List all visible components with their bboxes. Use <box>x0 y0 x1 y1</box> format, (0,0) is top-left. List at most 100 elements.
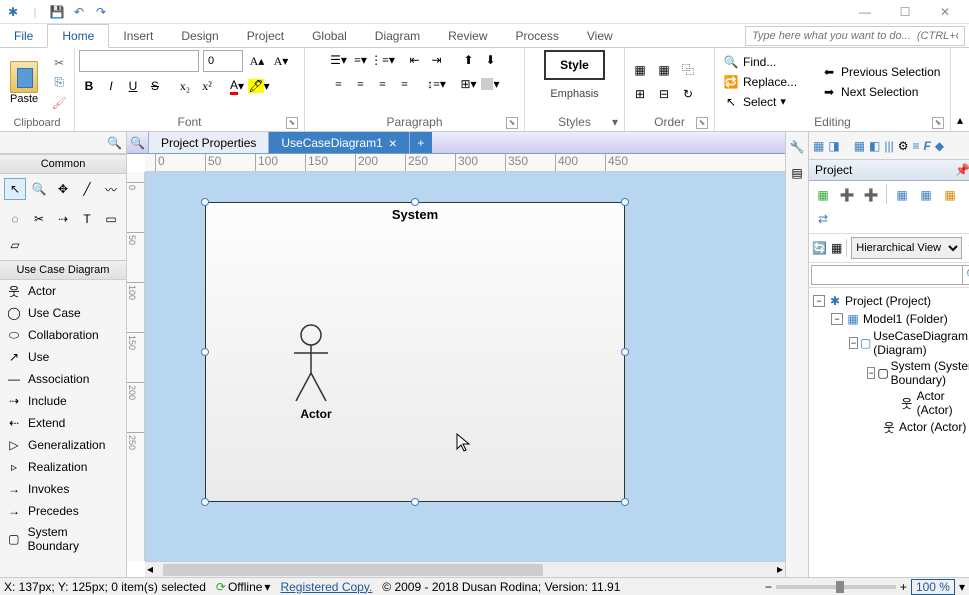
close-button[interactable]: ✕ <box>925 0 965 24</box>
toolbox-realization[interactable]: ▹Realization <box>0 456 126 478</box>
props-icon[interactable]: 🔧 <box>786 136 808 158</box>
actor-element[interactable]: Actor <box>286 323 346 421</box>
highlight-button[interactable]: 🖊▾ <box>249 76 269 96</box>
doc-search-icon[interactable]: 🔍 <box>127 132 149 153</box>
toolbox-boundary[interactable]: ▢System Boundary <box>0 522 126 556</box>
zoom-in-button[interactable]: + <box>900 580 907 594</box>
shading-button[interactable]: ▾ <box>481 74 501 94</box>
project-view-select[interactable]: Hierarchical View <box>851 237 962 259</box>
status-offline[interactable]: Offline <box>228 580 262 594</box>
font-name-input[interactable] <box>79 50 199 72</box>
tool-f[interactable]: ≡ <box>913 139 920 153</box>
canvas[interactable]: System <box>145 172 785 561</box>
pt-i2-icon[interactable]: ▦ <box>915 184 937 206</box>
tab-global[interactable]: Global <box>298 24 361 47</box>
borders-button[interactable]: ⊞▾ <box>459 74 479 94</box>
find-button[interactable]: 🔍Find... <box>719 53 801 71</box>
shrink-font-icon[interactable]: A▾ <box>271 51 291 71</box>
paragraph-launcher[interactable]: ⬊ <box>506 117 518 129</box>
pin-icon[interactable]: 📌 <box>955 163 969 177</box>
order-launcher[interactable]: ⬊ <box>696 117 708 129</box>
project-search-button[interactable]: 🔍 <box>963 265 969 285</box>
text-tool[interactable]: T <box>76 208 98 230</box>
pointer-tool[interactable]: ↖ <box>4 178 26 200</box>
doc-tab-properties[interactable]: Project Properties <box>149 132 269 153</box>
toolbox-association[interactable]: —Association <box>0 368 126 390</box>
pan-tool[interactable]: ✥ <box>52 178 74 200</box>
indent-button[interactable]: ⇥ <box>427 50 447 70</box>
toolbox-include[interactable]: ⇢Include <box>0 390 126 412</box>
pt-i3-icon[interactable]: ▦ <box>939 184 961 206</box>
styles-more-icon[interactable]: ▾ <box>612 115 618 129</box>
distribute-icon[interactable]: ⊟ <box>653 83 675 105</box>
align-right-button[interactable]: ≡ <box>373 74 393 94</box>
bold-button[interactable]: B <box>79 76 99 96</box>
tab-project[interactable]: Project <box>233 24 298 47</box>
expand-icon[interactable]: − <box>849 337 858 349</box>
curve-tool[interactable]: 〰 <box>100 178 122 200</box>
connect-tool[interactable]: ⇢ <box>52 208 74 230</box>
tool-e[interactable]: ||| <box>884 139 893 153</box>
lasso-tool[interactable]: ◌ <box>4 208 26 230</box>
pt-add-icon[interactable]: ➕ <box>836 184 858 206</box>
tree-system[interactable]: − ▢ System (System Boundary) <box>867 358 969 388</box>
tab-review[interactable]: Review <box>434 24 501 47</box>
maximize-button[interactable]: ☐ <box>885 0 925 24</box>
expand-icon[interactable]: − <box>831 313 843 325</box>
outdent-button[interactable]: ⇤ <box>405 50 425 70</box>
bullets-button[interactable]: ☰▾ <box>329 50 349 70</box>
align-icon[interactable]: ⊞ <box>629 83 651 105</box>
align-bottom-button[interactable]: ⬇ <box>481 50 501 70</box>
align-center-button[interactable]: ≡ <box>351 74 371 94</box>
doc-tab-usecase[interactable]: UseCaseDiagram1× <box>269 132 410 153</box>
prev-selection-button[interactable]: ⬅Previous Selection <box>817 63 944 81</box>
tab-process[interactable]: Process <box>502 24 573 47</box>
send-back-icon[interactable]: ▦ <box>653 59 675 81</box>
tool-g[interactable]: F <box>924 139 931 153</box>
font-size-input[interactable] <box>203 50 243 72</box>
pv-refresh-icon[interactable]: 🔄 <box>812 241 827 255</box>
tab-file[interactable]: File <box>0 24 47 47</box>
tree-actor-in[interactable]: 웃 Actor (Actor) <box>885 388 969 418</box>
tree-diagram[interactable]: − ▢ UseCaseDiagram1 (Diagram) <box>849 328 969 358</box>
zoom-out-button[interactable]: − <box>765 580 772 594</box>
ribbon-collapse-icon[interactable]: ▴ <box>957 113 963 127</box>
tab-design[interactable]: Design <box>167 24 232 47</box>
expand-icon[interactable]: − <box>867 367 875 379</box>
next-selection-button[interactable]: ➡Next Selection <box>817 83 944 101</box>
tool-c[interactable]: ▦ <box>854 139 865 153</box>
tab-view[interactable]: View <box>573 24 627 47</box>
font-launcher[interactable]: ⬊ <box>286 117 298 129</box>
tab-home[interactable]: Home <box>47 24 109 48</box>
usecase-header[interactable]: Use Case Diagram <box>0 260 126 280</box>
toolbox-precedes[interactable]: →Precedes <box>0 500 126 522</box>
tool-a[interactable]: ▦ <box>813 139 824 153</box>
toolbox-actor[interactable]: 웃Actor <box>0 280 126 302</box>
line-tool[interactable]: ╱ <box>76 178 98 200</box>
common-header[interactable]: Common <box>0 154 126 174</box>
tree-actor-out[interactable]: 웃 Actor (Actor) <box>867 418 969 436</box>
tree-model[interactable]: − ▦ Model1 (Folder) <box>831 310 969 328</box>
toolbox-invokes[interactable]: →Invokes <box>0 478 126 500</box>
undo-icon[interactable]: ↶ <box>70 3 88 21</box>
numbering-button[interactable]: ≡▾ <box>351 50 371 70</box>
line-spacing-button[interactable]: ↕≡▾ <box>427 74 447 94</box>
doc-tab-add[interactable]: + <box>410 132 432 153</box>
toolbox-usecase[interactable]: ◯Use Case <box>0 302 126 324</box>
bring-front-icon[interactable]: ▦ <box>629 59 651 81</box>
zoom-value[interactable]: 100 % <box>911 579 955 595</box>
app-icon[interactable]: ✱ <box>4 3 22 21</box>
tree-project[interactable]: − ✱ Project (Project) <box>813 292 969 310</box>
note-tool[interactable]: ▱ <box>4 234 26 256</box>
cut-icon[interactable]: ✂ <box>50 54 68 72</box>
pt-add2-icon[interactable]: ➕ <box>860 184 882 206</box>
layers-icon[interactable]: ▤ <box>786 162 808 184</box>
tool-h[interactable]: ◆ <box>935 139 944 153</box>
paste-button[interactable]: Paste <box>4 59 44 107</box>
zoom-slider[interactable] <box>776 585 896 589</box>
toolbox-collaboration[interactable]: ⬭Collaboration <box>0 324 126 346</box>
style-button[interactable]: Style <box>544 50 605 80</box>
grow-font-icon[interactable]: A▴ <box>247 51 267 71</box>
editing-launcher[interactable]: ⬊ <box>932 117 944 129</box>
tool-gear[interactable]: ⚙ <box>898 139 909 153</box>
